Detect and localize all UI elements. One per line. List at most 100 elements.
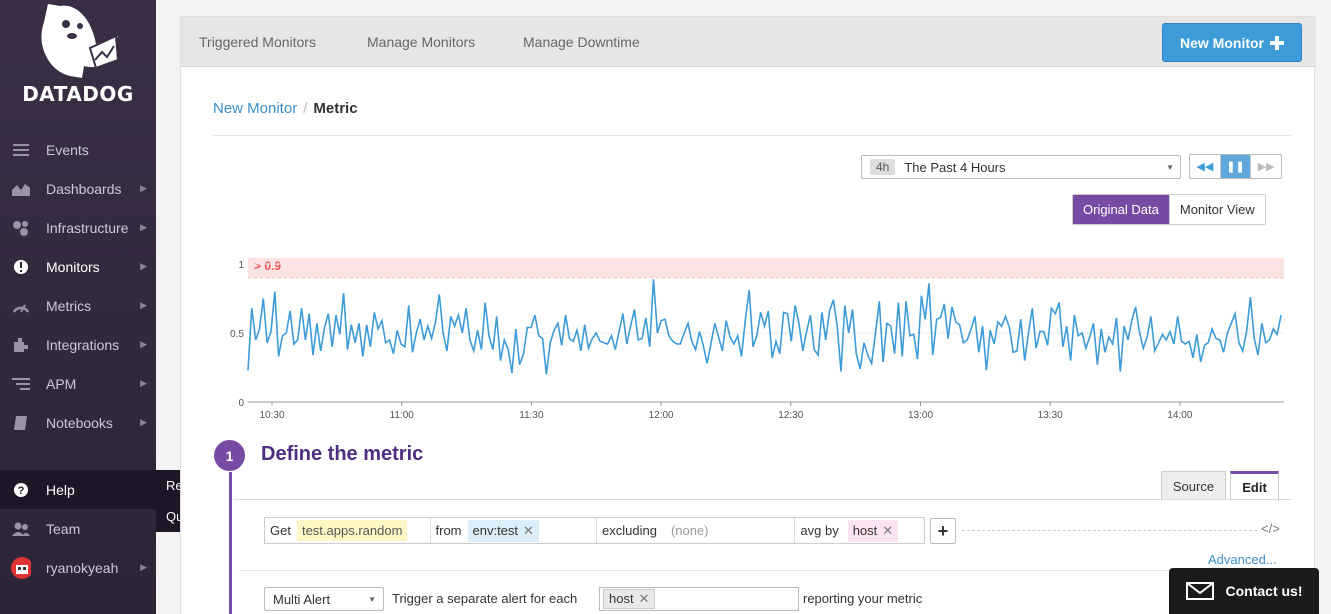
divider	[239, 570, 1289, 571]
alert-type-value: Multi Alert	[273, 591, 331, 607]
new-monitor-label: New Monitor	[1180, 34, 1264, 51]
integrations-icon	[11, 335, 31, 355]
alert-type-select[interactable]: Multi Alert ▼	[264, 587, 384, 611]
breadcrumb: New Monitor / Metric	[213, 100, 358, 117]
add-function-button[interactable]: +	[930, 518, 956, 544]
sidebar-item-metrics[interactable]: Metrics ▶	[0, 286, 156, 325]
tab-triggered-monitors[interactable]: Triggered Monitors	[199, 34, 316, 50]
threshold-label: > 0.9	[254, 259, 281, 273]
excluding-segment[interactable]: excluding (none)	[597, 518, 796, 543]
contact-label: Contact us!	[1225, 583, 1303, 599]
sidebar-item-integrations[interactable]: Integrations ▶	[0, 325, 156, 364]
tab-manage-monitors[interactable]: Manage Monitors	[367, 34, 475, 50]
trigger-tag[interactable]: host ✕	[603, 589, 656, 609]
contact-us-button[interactable]: Contact us!	[1169, 568, 1319, 614]
x-tick-label: 11:30	[519, 410, 544, 421]
sidebar: DATADOG Events Dashboards ▶ Infrastructu…	[0, 0, 156, 614]
get-label: Get	[270, 523, 291, 538]
envelope-icon	[1185, 582, 1214, 600]
chevron-right-icon: ▶	[140, 417, 147, 427]
main-panel: Triggered Monitors Manage Monitors Manag…	[180, 16, 1316, 614]
new-monitor-button[interactable]: New Monitor	[1162, 23, 1302, 62]
metric-name[interactable]: test.apps.random	[296, 520, 408, 541]
sidebar-item-notebooks[interactable]: Notebooks ▶	[0, 403, 156, 442]
page-title: Metric	[313, 100, 358, 117]
sidebar-item-label: Events	[46, 141, 89, 158]
sidebar-item-infrastructure[interactable]: Infrastructure ▶	[0, 208, 156, 247]
divider	[233, 499, 1291, 500]
section-title: Define the metric	[261, 443, 424, 465]
step-line	[229, 472, 232, 614]
metric-segment[interactable]: Get test.apps.random	[265, 518, 431, 543]
avg-by-label: avg by	[800, 523, 839, 538]
rewind-icon: ◀◀	[1196, 161, 1214, 173]
trigger-suffix: reporting your metric	[803, 591, 923, 606]
x-tick-label: 13:00	[908, 410, 933, 421]
code-icon[interactable]: </>	[1261, 521, 1280, 536]
sidebar-item-label: ryanokyeah	[46, 559, 119, 576]
from-tag-text: env:test	[472, 522, 519, 538]
sidebar-item-team[interactable]: Team	[0, 509, 156, 548]
forward-button[interactable]: ▶▶	[1251, 155, 1281, 178]
metric-query: Get test.apps.random from env:test ✕ excl…	[264, 517, 925, 544]
x-tick-label: 10:30	[259, 410, 284, 421]
remove-tag-icon[interactable]: ✕	[523, 523, 534, 538]
tab-source[interactable]: Source	[1161, 471, 1226, 500]
caret-down-icon: ▼	[1166, 162, 1174, 172]
chevron-right-icon: ▶	[140, 300, 147, 310]
timeframe-select[interactable]: 4h The Past 4 Hours ▼	[861, 155, 1181, 179]
caret-down-icon: ▼	[368, 594, 376, 604]
chevron-right-icon: ▶	[140, 222, 147, 232]
from-tag[interactable]: env:test ✕	[467, 519, 539, 542]
chevron-right-icon: ▶	[140, 339, 147, 349]
chevron-right-icon: ▶	[140, 183, 147, 193]
metrics-icon	[11, 296, 31, 316]
x-tick-label: 12:30	[778, 410, 803, 421]
sidebar-item-apm[interactable]: APM ▶	[0, 364, 156, 403]
avg-by-tag[interactable]: host ✕	[847, 519, 899, 542]
tab-edit[interactable]: Edit	[1230, 471, 1279, 501]
breadcrumb-new-monitor[interactable]: New Monitor	[213, 100, 297, 117]
excluding-value: (none)	[670, 523, 709, 538]
dog-logo-icon	[41, 4, 120, 78]
brand-name: DATADOG	[22, 82, 134, 106]
timeframe-badge: 4h	[870, 159, 896, 175]
sidebar-item-help[interactable]: ? Help	[0, 470, 156, 509]
sidebar-item-user[interactable]: ryanokyeah ▶	[0, 548, 156, 587]
advanced-link[interactable]: Advanced...	[1208, 552, 1277, 567]
metric-chart: > 0.9 0 0.5 1 10:30 11:00 11:30 12:00 12:30 13:00…	[230, 258, 1284, 421]
datadog-logo[interactable]: DATADOG	[0, 0, 156, 120]
x-tick-label: 13:30	[1038, 410, 1063, 421]
notebooks-icon	[11, 413, 31, 433]
apm-icon	[11, 374, 31, 394]
trigger-tag-input[interactable]: host ✕	[599, 587, 799, 611]
sidebar-item-label: Dashboards	[46, 180, 122, 197]
help-icon: ?	[11, 480, 31, 500]
pause-icon: ❚❚	[1226, 161, 1245, 173]
timeframe-label: The Past 4 Hours	[904, 159, 1006, 175]
trigger-label: Trigger a separate alert for each	[392, 591, 578, 606]
tab-manage-downtime[interactable]: Manage Downtime	[523, 34, 640, 50]
breadcrumb-separator: /	[303, 100, 308, 117]
remove-tag-icon[interactable]: ✕	[639, 591, 650, 606]
sidebar-item-label: Integrations	[46, 336, 120, 353]
team-icon	[11, 519, 31, 539]
sidebar-item-dashboards[interactable]: Dashboards ▶	[0, 169, 156, 208]
divider	[213, 135, 1291, 136]
avg-by-segment[interactable]: avg by host ✕	[795, 518, 924, 543]
remove-tag-icon[interactable]: ✕	[882, 523, 893, 538]
from-label: from	[435, 523, 462, 538]
threshold-band	[248, 258, 1284, 278]
sidebar-item-events[interactable]: Events	[0, 130, 156, 169]
pause-button[interactable]: ❚❚	[1220, 155, 1252, 178]
rewind-button[interactable]: ◀◀	[1190, 155, 1221, 178]
y-tick-label: 1	[238, 260, 244, 271]
excluding-label: excluding	[602, 523, 657, 538]
sidebar-item-label: Help	[46, 481, 75, 498]
original-data-button[interactable]: Original Data	[1073, 195, 1169, 224]
monitors-icon	[11, 257, 31, 277]
from-segment[interactable]: from env:test ✕	[431, 518, 597, 543]
svg-text:?: ?	[18, 485, 25, 497]
sidebar-item-monitors[interactable]: Monitors ▶	[0, 247, 156, 286]
monitor-view-button[interactable]: Monitor View	[1168, 195, 1265, 224]
